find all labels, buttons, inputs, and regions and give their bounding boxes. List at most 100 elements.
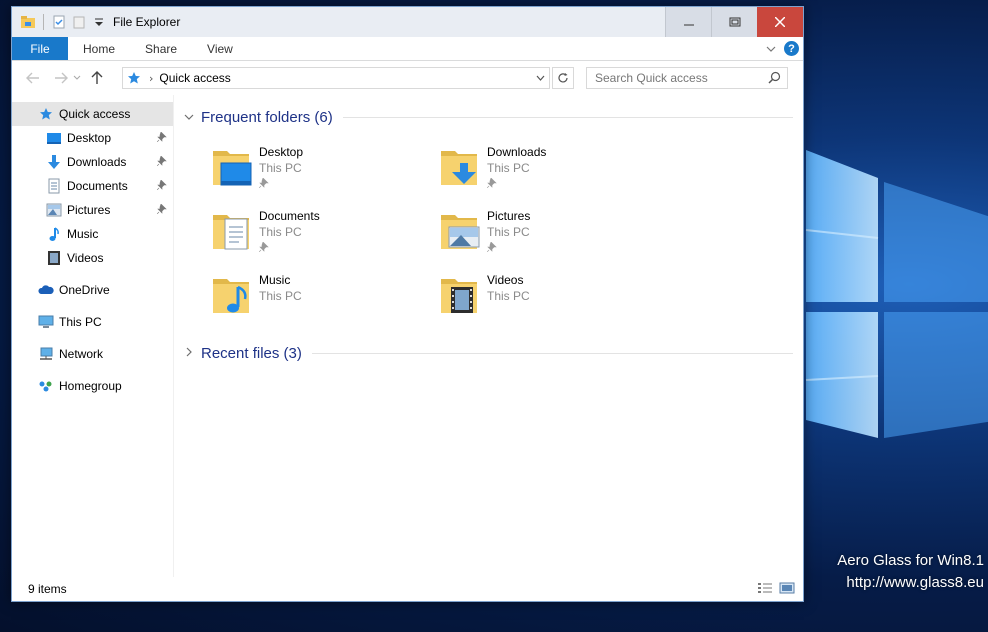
folder-app-icon[interactable] [20, 14, 36, 30]
videos-folder-icon [437, 269, 481, 317]
file-explorer-window: File Explorer File Home Share View ? › Q… [11, 6, 804, 602]
view-switcher [757, 582, 795, 594]
sidebar-item-label: OneDrive [59, 283, 110, 297]
folder-name: Videos [487, 273, 524, 287]
sidebar-item-videos[interactable]: Videos [12, 246, 173, 270]
item-count: 9 items [28, 582, 67, 596]
windows-logo-icon [805, 150, 988, 438]
chevron-down-icon [73, 75, 81, 80]
close-button[interactable] [757, 7, 803, 37]
folder-name: Music [259, 273, 291, 287]
sidebar-item-homegroup[interactable]: Homegroup [12, 374, 173, 398]
star-icon [128, 72, 140, 84]
sidebar-item-label: Documents [67, 179, 128, 193]
search-box[interactable]: Search Quick access [586, 67, 788, 89]
folder-tile-music[interactable]: Music This PC [209, 269, 429, 325]
pin-icon[interactable] [157, 204, 167, 214]
folder-tile-documents[interactable]: Documents This PC [209, 205, 429, 261]
frequent-folders-header[interactable]: Frequent folders (6) [181, 109, 793, 126]
properties-icon[interactable] [51, 14, 67, 30]
documents-folder-icon [209, 205, 253, 253]
folder-tile-downloads[interactable]: Downloads This PC [437, 141, 657, 197]
sidebar-item-music[interactable]: Music [12, 222, 173, 246]
pin-icon[interactable] [258, 177, 303, 191]
tile-info: Desktop This PC [258, 141, 304, 197]
film-icon [46, 250, 62, 266]
tab-home[interactable]: Home [68, 37, 130, 60]
refresh-button[interactable] [552, 67, 574, 89]
pin-icon[interactable] [157, 132, 167, 142]
address-history-dropdown[interactable] [531, 68, 549, 88]
title-bar[interactable]: File Explorer [12, 7, 803, 37]
breadcrumb-quick-access[interactable]: Quick access [159, 71, 230, 85]
sidebar-item-downloads[interactable]: Downloads [12, 150, 173, 174]
sidebar-item-label: This PC [59, 315, 102, 329]
pictures-folder-icon [437, 205, 481, 253]
downloads-folder-icon [437, 141, 481, 189]
folder-location: This PC [487, 289, 530, 303]
sidebar-item-label: Quick access [59, 107, 131, 121]
folder-tile-videos[interactable]: Videos This PC [437, 269, 657, 325]
help-icon[interactable]: ? [784, 41, 799, 56]
tile-info: Music This PC [259, 269, 302, 325]
search-icon[interactable] [768, 71, 781, 84]
desktop-folder-icon [209, 141, 253, 189]
sidebar-item-label: Network [59, 347, 104, 361]
back-button[interactable] [22, 67, 44, 89]
folder-location: This PC [487, 225, 530, 239]
group-divider [311, 353, 793, 354]
pin-icon[interactable] [157, 156, 167, 166]
forward-button[interactable] [50, 67, 72, 89]
details-view-icon[interactable] [757, 582, 773, 594]
close-icon [775, 17, 785, 27]
folder-name: Desktop [259, 145, 304, 159]
folder-tile-pictures[interactable]: Pictures This PC [437, 205, 657, 261]
up-button[interactable] [86, 67, 108, 89]
tile-info: Videos This PC [487, 269, 530, 325]
sidebar-item-onedrive[interactable]: OneDrive [12, 278, 173, 302]
folder-tile-desktop[interactable]: Desktop This PC [209, 141, 429, 197]
document-icon [46, 178, 62, 194]
sidebar-item-pictures[interactable]: Pictures [12, 198, 173, 222]
ribbon-right-controls: ? [766, 41, 799, 56]
group-title: Recent files (3) [201, 345, 302, 362]
network-icon [38, 346, 54, 362]
expand-ribbon-icon[interactable] [766, 45, 776, 53]
window-title: File Explorer [113, 15, 181, 29]
new-folder-icon[interactable] [71, 14, 87, 30]
large-icons-view-icon[interactable] [779, 582, 795, 594]
tab-file[interactable]: File [12, 37, 68, 60]
sidebar-item-this-pc[interactable]: This PC [12, 310, 173, 334]
tile-info: Documents This PC [258, 205, 320, 261]
recent-locations-button[interactable] [72, 67, 82, 89]
sidebar-item-quick-access[interactable]: Quick access [12, 102, 173, 126]
address-bar[interactable]: › Quick access [122, 67, 550, 89]
search-input[interactable]: Search Quick access [595, 71, 708, 85]
sidebar-item-documents[interactable]: Documents [12, 174, 173, 198]
tab-share[interactable]: Share [130, 37, 192, 60]
recent-files-header[interactable]: Recent files (3) [181, 345, 793, 362]
sidebar-item-network[interactable]: Network [12, 342, 173, 366]
pin-icon[interactable] [157, 180, 167, 190]
sidebar-item-desktop[interactable]: Desktop [12, 126, 173, 150]
pin-icon[interactable] [258, 241, 320, 255]
tab-view[interactable]: View [192, 37, 248, 60]
sidebar-item-label: Downloads [67, 155, 127, 169]
sidebar-item-label: Homegroup [59, 379, 122, 393]
group-divider [342, 117, 793, 118]
breadcrumb-chevron-icon[interactable]: › [149, 72, 153, 85]
pin-icon[interactable] [486, 177, 546, 191]
pin-icon[interactable] [486, 241, 530, 255]
tile-info: Downloads This PC [486, 141, 546, 197]
navigation-pane: Quick access Desktop Downloads Documents [12, 95, 174, 577]
chevron-down-icon[interactable] [181, 111, 197, 124]
picture-icon [46, 202, 62, 218]
chevron-right-icon[interactable] [181, 347, 197, 360]
restore-icon [729, 17, 740, 27]
customize-toolbar-dropdown-icon[interactable] [91, 14, 107, 30]
sidebar-item-label: Pictures [67, 203, 111, 217]
computer-icon [38, 314, 54, 330]
sidebar-item-label: Music [67, 227, 99, 241]
maximize-button[interactable] [711, 7, 757, 37]
minimize-button[interactable] [665, 7, 711, 37]
